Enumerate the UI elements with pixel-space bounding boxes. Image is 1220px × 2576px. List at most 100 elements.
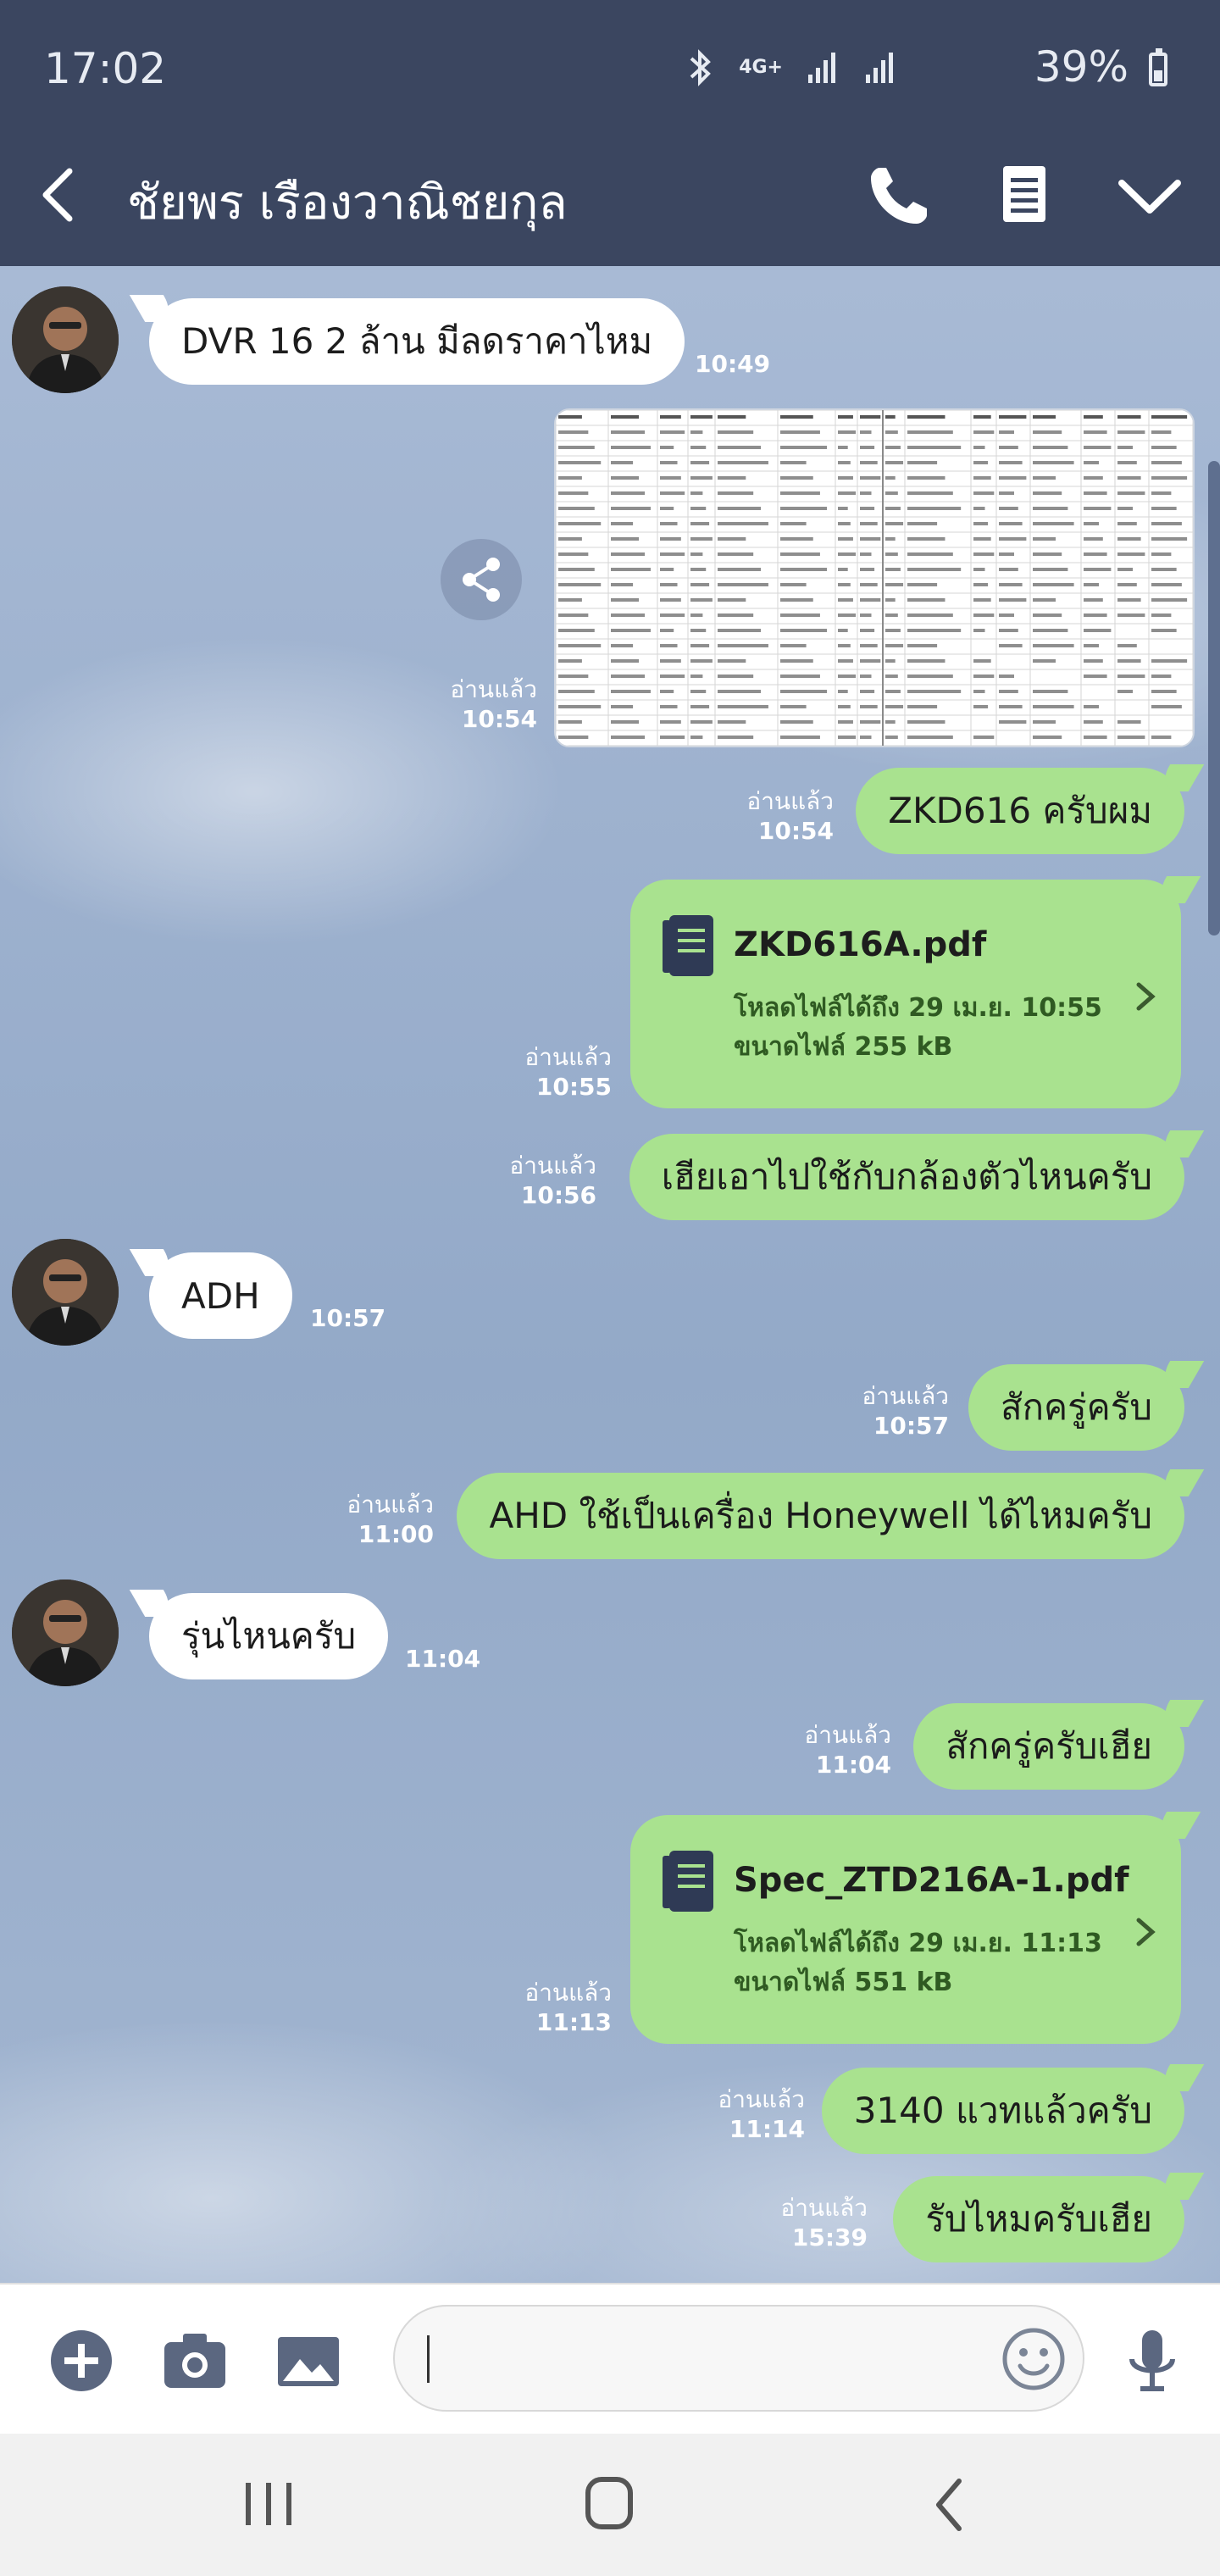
sheet-cell-text	[838, 613, 857, 617]
message-time: 10:54	[757, 817, 834, 845]
back-icon[interactable]	[912, 2471, 988, 2539]
sheet-cell-text	[558, 675, 589, 678]
emoji-icon[interactable]	[1000, 2325, 1068, 2393]
sheet-cell-text	[558, 613, 589, 617]
sheet-cell-text	[1084, 537, 1103, 541]
sheet-cell-text	[973, 461, 989, 464]
share-button[interactable]	[441, 539, 522, 620]
sheet-cell-text	[611, 690, 651, 693]
message-bubble[interactable]: สักครู่ครับเฮีย	[913, 1703, 1184, 1790]
sheet-cell-text	[660, 476, 681, 480]
battery-percent: 39%	[1034, 42, 1128, 92]
plus-icon[interactable]	[46, 2325, 117, 2396]
message-bubble[interactable]: รับไหมครับเฮีย	[893, 2176, 1184, 2262]
read-receipt: อ่านแล้ว	[718, 2085, 805, 2113]
sheet-cell-text	[558, 583, 602, 586]
message-text: เฮียเอาไปใช้กับกล้องตัวไหนครับ	[661, 1156, 1152, 1197]
file-attachment[interactable]: Spec_ZTD216A-1.pdf โหลดไฟล์ได้ถึง 29 เม.…	[630, 1815, 1181, 2044]
sheet-cell-text	[611, 537, 640, 541]
sheet-cell-text	[611, 415, 640, 419]
sheet-cell-text	[860, 690, 875, 693]
sheet-cell-text	[660, 537, 681, 541]
message-time: 10:57	[310, 1304, 386, 1332]
share-icon	[463, 558, 500, 602]
sheet-cell-text	[1151, 613, 1172, 617]
sheet-cell-text	[611, 430, 646, 434]
sheet-cell-text	[718, 552, 754, 556]
sheet-cell-text	[999, 476, 1027, 480]
back-arrow-icon[interactable]	[34, 163, 85, 227]
sheet-cell-text	[999, 522, 1023, 525]
sheet-cell-text	[690, 644, 710, 647]
sheet-cell-text	[780, 690, 828, 693]
sheet-cell-text	[611, 568, 651, 571]
sheet-cell-text	[973, 583, 989, 586]
message-bubble[interactable]: สักครู่ครับ	[968, 1364, 1184, 1451]
message-bubble[interactable]: ADH	[149, 1252, 292, 1339]
microphone-icon[interactable]	[1117, 2325, 1188, 2396]
message-bubble[interactable]: 3140 แวทแล้วครับ	[821, 2068, 1184, 2154]
sheet-cell-text	[558, 507, 595, 510]
message-bubble[interactable]: รุ่นไหนครับ	[149, 1593, 389, 1679]
message-meta: อ่านแล้ว 15:39	[780, 2193, 868, 2252]
sheet-cell-text	[1084, 552, 1107, 556]
message-input[interactable]	[393, 2305, 1084, 2412]
avatar[interactable]	[12, 1579, 119, 1686]
message-time: 10:49	[695, 350, 771, 378]
sheet-cell-text	[718, 446, 762, 449]
sheet-cell-text	[907, 690, 962, 693]
sheet-cell-text	[885, 598, 896, 602]
chat-area[interactable]: DVR 16 2 ล้าน มีลดราคาไหม 10:49 อ่านแล้ว…	[0, 266, 1220, 2283]
chevron-down-icon[interactable]	[1112, 158, 1188, 234]
sheet-cell-text	[1084, 659, 1103, 663]
sheet-cell-text	[1117, 675, 1145, 678]
phone-icon[interactable]	[861, 158, 937, 234]
sheet-cell-text	[558, 446, 595, 449]
sheet-cell-text	[885, 613, 898, 617]
sheet-cell-text	[1151, 583, 1182, 586]
message-bubble[interactable]: เฮียเอาไปใช้กับกล้องตัวไหนครับ	[629, 1134, 1184, 1220]
sheet-cell-text	[718, 415, 746, 419]
spreadsheet-image[interactable]	[554, 408, 1195, 747]
sheet-cell-text	[907, 568, 962, 571]
camera-icon[interactable]	[159, 2325, 230, 2396]
sheet-cell-text	[611, 552, 646, 556]
sheet-cell-text	[860, 583, 878, 586]
image-icon[interactable]	[273, 2325, 344, 2396]
sheet-cell-text	[1033, 430, 1062, 434]
sheet-cell-text	[999, 430, 1014, 434]
sheet-cell-text	[973, 598, 991, 602]
message-bubble[interactable]: DVR 16 2 ล้าน มีลดราคาไหม	[149, 298, 685, 385]
sheet-cell-text	[860, 659, 881, 663]
sheet-cell-text	[860, 552, 872, 556]
recent-apps-icon[interactable]	[230, 2471, 307, 2539]
sheet-cell-text	[838, 675, 857, 678]
input-bar	[0, 2283, 1220, 2435]
signal-icon	[808, 53, 835, 83]
sheet-cell-text	[973, 415, 991, 419]
sheet-cell-text	[558, 659, 582, 663]
home-icon[interactable]	[571, 2471, 647, 2539]
file-attachment[interactable]: ZKD616A.pdf โหลดไฟล์ได้ถึง 29 เม.ย. 10:5…	[630, 880, 1181, 1108]
sheet-cell-text	[1084, 720, 1103, 724]
sheet-cell-text	[611, 446, 651, 449]
sheet-cell-text	[999, 690, 1018, 693]
sheet-cell-text	[885, 537, 896, 541]
message-bubble[interactable]: ZKD616 ครับผม	[856, 768, 1184, 854]
sheet-cell-text	[1033, 461, 1074, 464]
sheet-cell-text	[1084, 522, 1099, 525]
avatar[interactable]	[12, 1239, 119, 1346]
message-bubble[interactable]: AHD ใช้เป็นเครื่อง Honeywell ได้ไหมครับ	[457, 1473, 1184, 1559]
sheet-cell-text	[780, 537, 813, 541]
sheet-cell-text	[885, 446, 901, 449]
scrollbar[interactable]	[1208, 461, 1220, 935]
sheet-cell-text	[999, 629, 1018, 632]
sheet-cell-text	[558, 736, 589, 739]
status-time: 17:02	[44, 44, 167, 93]
sheet-cell-text	[885, 675, 898, 678]
sheet-cell-text	[1033, 476, 1056, 480]
avatar[interactable]	[12, 286, 119, 393]
sheet-cell-text	[1033, 446, 1068, 449]
message-text: รับไหมครับเฮีย	[925, 2198, 1152, 2240]
note-icon[interactable]	[986, 158, 1062, 234]
